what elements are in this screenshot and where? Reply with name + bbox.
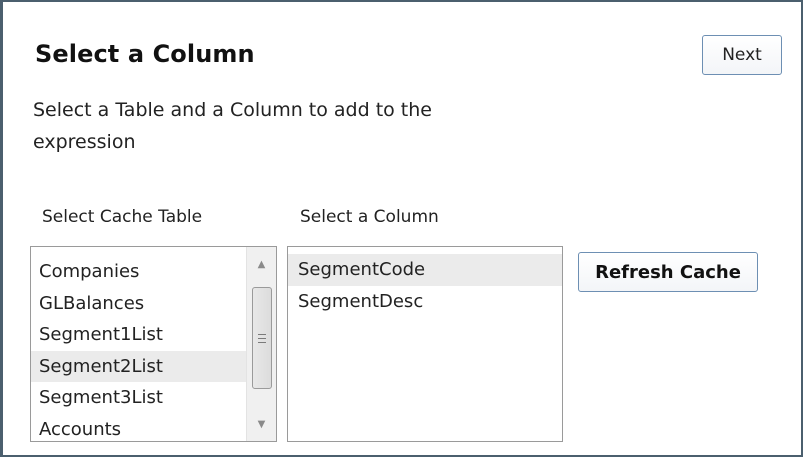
next-button[interactable]: Next bbox=[702, 35, 782, 75]
scrollbar-thumb[interactable] bbox=[252, 287, 272, 389]
grip-icon bbox=[258, 333, 266, 343]
list-item-segmentcode[interactable]: SegmentCode bbox=[288, 254, 562, 286]
list-item-segment1list[interactable]: Segment1List bbox=[31, 319, 276, 351]
refresh-cache-button[interactable]: Refresh Cache bbox=[578, 252, 758, 292]
instructions-text: Select a Table and a Column to add to th… bbox=[33, 99, 432, 153]
scroll-up-arrow-icon[interactable]: ▲ bbox=[247, 251, 276, 277]
list-item-segment3list[interactable]: Segment3List bbox=[31, 382, 276, 414]
list-item-glbalances[interactable]: GLBalances bbox=[31, 288, 276, 320]
list-item-accounts[interactable]: Accounts bbox=[31, 414, 276, 442]
column-listbox[interactable]: SegmentCode SegmentDesc bbox=[287, 246, 563, 442]
list-item-segmentdesc[interactable]: SegmentDesc bbox=[288, 286, 562, 318]
cache-table-listbox[interactable]: Companies GLBalances Segment1List Segmen… bbox=[30, 246, 277, 442]
list-item-segment2list[interactable]: Segment2List bbox=[31, 350, 276, 382]
vertical-scrollbar[interactable]: ▲ ▼ bbox=[246, 247, 276, 441]
column-label: Select a Column bbox=[300, 207, 439, 227]
cache-table-label: Select Cache Table bbox=[42, 207, 203, 227]
list-item-companies[interactable]: Companies bbox=[31, 256, 276, 288]
page-title: Select a Column bbox=[35, 40, 255, 68]
scroll-down-arrow-icon[interactable]: ▼ bbox=[247, 411, 276, 437]
